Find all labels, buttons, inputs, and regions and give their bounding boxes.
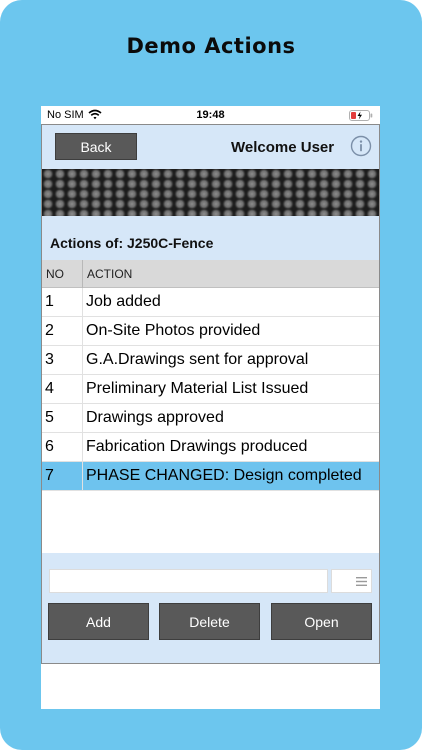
table-row[interactable]: 4 Preliminary Material List Issued <box>42 375 379 404</box>
welcome-label: Welcome User <box>231 139 335 156</box>
status-bar: No SIM 19:48 <box>41 106 380 124</box>
phone-screen: No SIM 19:48 Back Welcome User Actions o… <box>41 106 380 709</box>
cell-action: Job added <box>86 293 161 310</box>
header-divider <box>82 260 83 288</box>
table-row-selected[interactable]: 7 PHASE CHANGED: Design completed <box>42 462 379 491</box>
cell-action: Preliminary Material List Issued <box>86 380 309 397</box>
cell-no: 7 <box>45 467 54 484</box>
table-row[interactable]: 1 Job added <box>42 288 379 317</box>
cell-divider <box>82 433 83 462</box>
cell-no: 2 <box>45 322 54 339</box>
column-header-action: ACTION <box>87 267 133 281</box>
app-window: Back Welcome User Actions of: J250C-Fenc… <box>41 124 380 664</box>
cell-action: PHASE CHANGED: Design completed <box>86 467 362 484</box>
cell-divider <box>82 462 83 491</box>
back-button[interactable]: Back <box>55 133 137 160</box>
column-header-no: NO <box>46 267 64 281</box>
table-row[interactable]: 6 Fabrication Drawings produced <box>42 433 379 462</box>
info-icon[interactable] <box>350 135 372 157</box>
delete-button[interactable]: Delete <box>159 603 260 640</box>
cell-divider <box>82 375 83 404</box>
navigation-bar: Back Welcome User <box>42 125 379 169</box>
cell-divider <box>82 404 83 433</box>
list-picker-button[interactable] <box>331 569 372 593</box>
table-header: NO ACTION <box>42 260 379 288</box>
table-row[interactable]: 3 G.A.Drawings sent for approval <box>42 346 379 375</box>
section-header: Actions of: J250C-Fence <box>42 216 379 260</box>
cell-no: 6 <box>45 438 54 455</box>
cell-action: Fabrication Drawings produced <box>86 438 308 455</box>
table-row[interactable]: 2 On-Site Photos provided <box>42 317 379 346</box>
battery-charging-icon <box>349 110 373 121</box>
cell-no: 5 <box>45 409 54 426</box>
cell-no: 4 <box>45 380 54 397</box>
action-text-input[interactable] <box>49 569 328 593</box>
cell-action: G.A.Drawings sent for approval <box>86 351 309 368</box>
cell-action: On-Site Photos provided <box>86 322 261 339</box>
cell-divider <box>82 317 83 346</box>
honeycomb-banner <box>42 169 379 216</box>
actions-of-label: Actions of: J250C-Fence <box>50 235 214 251</box>
cell-divider <box>82 346 83 375</box>
add-button[interactable]: Add <box>48 603 149 640</box>
status-time: 19:48 <box>196 109 225 121</box>
promo-title: Demo Actions <box>126 34 296 58</box>
open-button[interactable]: Open <box>271 603 372 640</box>
actions-table[interactable]: NO ACTION 1 Job added 2 On-Site Photos p… <box>42 260 379 553</box>
table-row[interactable]: 5 Drawings approved <box>42 404 379 433</box>
cell-divider <box>82 288 83 317</box>
cell-action: Drawings approved <box>86 409 224 426</box>
input-row <box>42 553 379 603</box>
cell-no: 3 <box>45 351 54 368</box>
list-icon <box>356 577 367 586</box>
cell-no: 1 <box>45 293 54 310</box>
